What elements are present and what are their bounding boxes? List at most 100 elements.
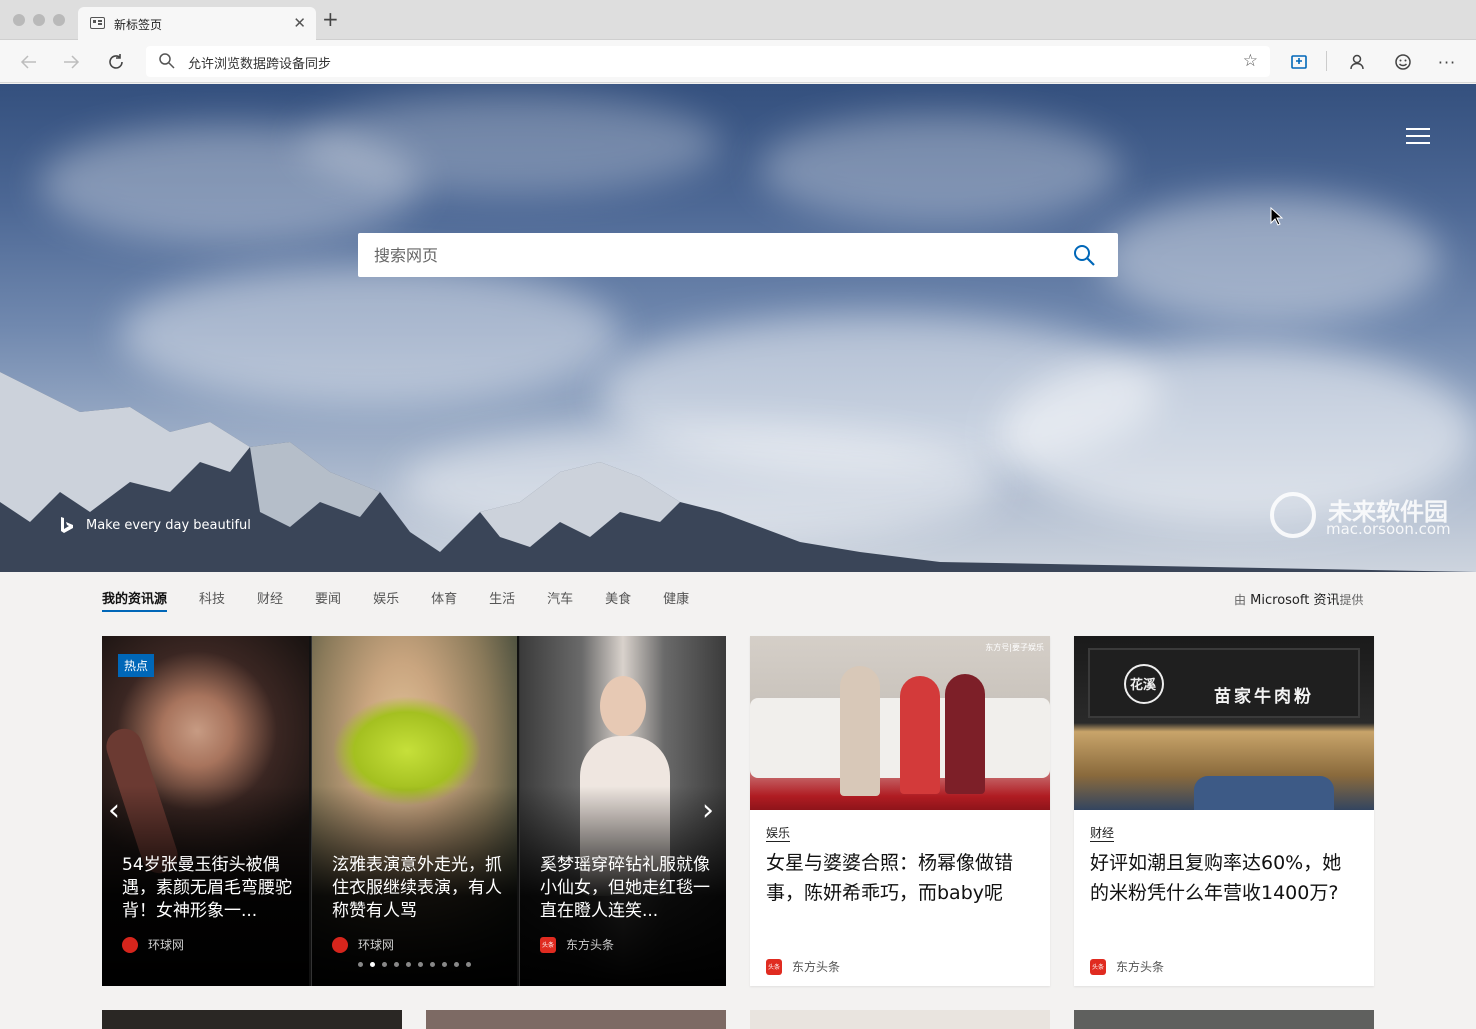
card-source: 头条 东方头条 <box>1090 958 1164 975</box>
carousel-dot[interactable] <box>382 962 387 967</box>
carousel-pagination <box>358 962 478 967</box>
huanqiu-logo-icon <box>332 936 348 953</box>
refresh-icon <box>109 54 123 69</box>
tab-close-icon[interactable]: ✕ <box>293 14 306 32</box>
mountain-silhouette <box>0 372 1476 572</box>
close-window-button[interactable] <box>13 14 25 26</box>
feed-tab[interactable]: 财经 <box>257 588 283 612</box>
mouse-cursor-icon <box>1270 207 1284 226</box>
favorite-star-icon[interactable]: ☆ <box>1243 51 1258 71</box>
slide-title[interactable]: 54岁张曼玉街头被偶遇，素颜无眉毛弯腰驼背！女神形象一... <box>122 854 295 923</box>
news-provider: 由 Microsoft 资讯提供 <box>1234 589 1363 608</box>
profile-button[interactable] <box>1344 49 1370 75</box>
watermark-sub-text: mac.orsoon.com <box>1326 520 1451 538</box>
carousel-dot[interactable] <box>358 962 363 967</box>
provider-name[interactable]: Microsoft 资讯 <box>1250 593 1339 608</box>
feed-tab[interactable]: 汽车 <box>547 588 573 612</box>
card-category[interactable]: 娱乐 <box>766 824 791 842</box>
provider-suffix: 提供 <box>1339 593 1364 607</box>
smiley-icon <box>1395 54 1411 70</box>
tab-new-tab[interactable]: 新标签页 ✕ <box>78 7 316 41</box>
slide-source: 环球网 <box>332 936 394 953</box>
slide-source: 环球网 <box>122 936 184 953</box>
carousel-slide[interactable]: 奚梦瑶穿碎钻礼服就像小仙女，但她走红毯一直在瞪人连笑... 头条 东方头条 <box>519 636 726 986</box>
feed-category-nav: 我的资讯源 科技 财经 要闻 娱乐 体育 生活 汽车 美食 健康 <box>102 588 721 612</box>
browser-toolbar: 允许浏览数据跨设备同步 ☆ ··· <box>0 40 1476 83</box>
bing-image-info[interactable]: Make every day beautiful <box>60 516 251 534</box>
carousel-slide[interactable]: 热点 54岁张曼玉街头被偶遇，素颜无眉毛弯腰驼背！女神形象一... 环球网 <box>102 636 309 986</box>
forward-button[interactable] <box>58 49 84 75</box>
carousel-dot[interactable] <box>454 962 459 967</box>
news-card-partial[interactable] <box>1074 1010 1374 1029</box>
source-name: 环球网 <box>358 938 395 952</box>
back-button[interactable] <box>16 49 42 75</box>
feed-tab[interactable]: 娱乐 <box>373 588 399 612</box>
carousel-dot[interactable] <box>394 962 399 967</box>
user-icon <box>1350 54 1364 70</box>
address-text[interactable]: 允许浏览数据跨设备同步 <box>188 53 331 72</box>
bing-tagline: Make every day beautiful <box>86 517 251 533</box>
search-icon <box>159 53 175 69</box>
shop-sign-text: 苗家牛肉粉 <box>1214 687 1314 707</box>
more-menu-button[interactable]: ··· <box>1434 49 1460 75</box>
slide-title[interactable]: 奚梦瑶穿碎钻礼服就像小仙女，但她走红毯一直在瞪人连笑... <box>540 854 712 923</box>
source-name: 东方头条 <box>792 960 841 974</box>
refresh-button[interactable] <box>103 49 129 75</box>
carousel-dot[interactable] <box>406 962 411 967</box>
tab-strip: 新标签页 ✕ + <box>0 0 1476 41</box>
news-card-partial[interactable] <box>750 1010 1050 1029</box>
hot-badge: 热点 <box>118 654 155 677</box>
card-image: 花溪 苗家牛肉粉 <box>1074 636 1374 810</box>
minimize-window-button[interactable] <box>33 14 45 26</box>
news-card[interactable]: 东方号|要子娱乐 娱乐 女星与婆婆合照：杨幂像做错事，陈妍希乖巧，而baby呢 … <box>750 636 1050 986</box>
feed-tab[interactable]: 要闻 <box>315 588 341 612</box>
news-card-partial[interactable] <box>426 1010 726 1029</box>
feed-tab[interactable]: 体育 <box>431 588 457 612</box>
new-tab-button[interactable]: + <box>322 9 339 29</box>
collections-icon <box>1291 55 1307 69</box>
card-source: 头条 东方头条 <box>766 958 840 975</box>
shop-logo-text: 花溪 <box>1130 678 1157 693</box>
page-settings-menu-icon[interactable] <box>1406 128 1430 146</box>
carousel-prev-button[interactable]: ‹ <box>108 796 120 826</box>
feedback-button[interactable] <box>1390 49 1416 75</box>
dongfang-toutiao-logo-icon: 头条 <box>1090 958 1106 975</box>
feed-tab[interactable]: 我的资讯源 <box>102 588 168 612</box>
image-caption: 东方号|要子娱乐 <box>985 643 1044 652</box>
feed-tab[interactable]: 健康 <box>663 588 689 612</box>
tab-title: 新标签页 <box>114 18 163 32</box>
carousel-next-button[interactable]: › <box>702 796 714 826</box>
address-bar[interactable]: 允许浏览数据跨设备同步 ☆ <box>146 46 1270 77</box>
web-search-input[interactable] <box>358 233 1058 277</box>
search-icon[interactable] <box>1072 243 1096 267</box>
slide-title[interactable]: 泫雅表演意外走光，抓住衣服继续表演，有人称赞有人骂 <box>332 854 503 923</box>
carousel-dot[interactable] <box>430 962 435 967</box>
carousel-dot[interactable] <box>418 962 423 967</box>
news-card-partial[interactable] <box>102 1010 402 1029</box>
source-name: 环球网 <box>148 938 185 952</box>
card-title[interactable]: 女星与婆婆合照：杨幂像做错事，陈妍希乖巧，而baby呢 <box>766 848 1034 908</box>
feed-tab[interactable]: 美食 <box>605 588 631 612</box>
collections-button[interactable] <box>1286 49 1312 75</box>
more-dots-icon: ··· <box>1437 52 1457 72</box>
carousel-slide[interactable]: 泫雅表演意外走光，抓住衣服继续表演，有人称赞有人骂 环球网 <box>311 636 517 986</box>
carousel-dot[interactable] <box>466 962 471 967</box>
source-name: 东方头条 <box>566 938 615 952</box>
card-title[interactable]: 好评如潮且复购率达60%，她的米粉凭什么年营收1400万? <box>1090 848 1358 908</box>
carousel-dot[interactable] <box>442 962 447 967</box>
hero-background: Make every day beautiful 未来软件园 mac.orsoo… <box>0 84 1476 572</box>
news-card[interactable]: 花溪 苗家牛肉粉 财经 好评如潮且复购率达60%，她的米粉凭什么年营收1400万… <box>1074 636 1374 986</box>
bing-logo-icon <box>61 517 73 533</box>
feed-tab[interactable]: 生活 <box>489 588 515 612</box>
slide-source: 头条 东方头条 <box>540 936 614 953</box>
huanqiu-logo-icon <box>122 936 138 953</box>
zoom-window-button[interactable] <box>53 14 65 26</box>
dongfang-toutiao-logo-icon: 头条 <box>540 936 556 953</box>
forward-arrow-icon <box>64 55 80 69</box>
feed-tab[interactable]: 科技 <box>199 588 225 612</box>
web-search-box <box>358 233 1118 277</box>
watermark-logo-icon <box>1270 492 1316 538</box>
carousel-dot[interactable] <box>370 962 375 967</box>
card-category[interactable]: 财经 <box>1090 824 1115 842</box>
card-image: 东方号|要子娱乐 <box>750 636 1050 810</box>
